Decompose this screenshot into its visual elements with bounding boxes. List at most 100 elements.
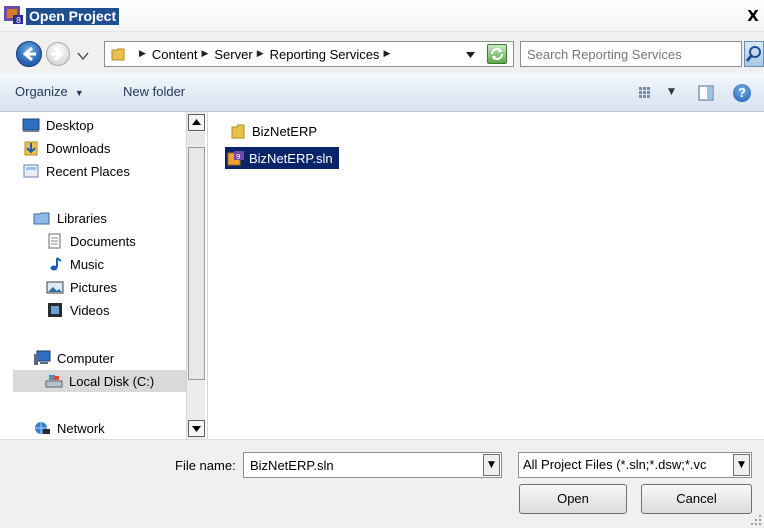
file-type-select[interactable]: All Project Files (*.sln;*.dsw;*.vc ▼	[518, 452, 752, 478]
sidebar-item-computer[interactable]: Computer	[34, 347, 115, 369]
preview-pane-icon[interactable]	[698, 85, 714, 101]
navigation-pane[interactable]: Desktop Downloads Recent Places Librarie…	[0, 112, 207, 439]
file-name-combobox[interactable]: ▼	[243, 452, 502, 478]
sidebar-item-desktop[interactable]: Desktop	[22, 114, 94, 136]
list-item[interactable]: 9 BizNetERP.sln	[225, 147, 339, 169]
chevron-right-icon[interactable]: ▶	[383, 49, 390, 59]
sidebar-item-label: Computer	[57, 350, 115, 366]
file-name-label: File name:	[175, 458, 236, 473]
search-icon	[745, 46, 761, 62]
solution-file-icon: 9	[227, 151, 244, 166]
resize-grip-icon[interactable]	[750, 514, 762, 526]
back-arrow-icon	[22, 46, 36, 62]
downloads-icon	[24, 141, 38, 156]
sidebar-item-network[interactable]: Network	[35, 417, 105, 439]
scrollbar-track[interactable]	[188, 133, 205, 145]
forward-arrow-icon	[51, 46, 64, 62]
videos-icon	[48, 303, 62, 317]
file-type-dropdown-button[interactable]: ▼	[733, 454, 750, 476]
visual-studio-icon: 8	[4, 6, 23, 25]
list-item[interactable]: BizNetERP	[230, 120, 317, 142]
scrollbar-thumb[interactable]	[188, 147, 205, 380]
music-icon	[50, 257, 62, 271]
sidebar-item-label: Desktop	[46, 117, 94, 133]
cancel-button[interactable]: Cancel	[641, 484, 752, 514]
local-disk-icon	[45, 375, 63, 388]
folder-icon	[231, 124, 245, 139]
help-icon[interactable]: ?	[733, 84, 751, 102]
sidebar-item-label: Music	[70, 256, 104, 272]
address-bar[interactable]: ▶ Content ▶ Server ▶ Reporting Services …	[104, 41, 514, 67]
svg-text:9: 9	[236, 153, 240, 161]
chevron-down-icon[interactable]	[466, 50, 475, 59]
organize-button[interactable]: Organize ▼	[15, 84, 84, 99]
svg-text:8: 8	[16, 16, 21, 25]
breadcrumb-content[interactable]: Content	[152, 47, 198, 62]
sidebar-item-downloads[interactable]: Downloads	[24, 137, 111, 159]
recent-places-icon	[23, 164, 39, 178]
arrow-up-icon	[192, 119, 201, 125]
sidebar-item-label: Recent Places	[46, 163, 130, 179]
desktop-icon	[22, 118, 40, 132]
address-row: ▶ Content ▶ Server ▶ Reporting Services …	[0, 33, 764, 73]
computer-icon	[34, 350, 51, 365]
search-button[interactable]	[744, 41, 764, 67]
file-name-dropdown-button[interactable]: ▼	[483, 454, 500, 476]
search-input[interactable]	[521, 42, 721, 66]
network-icon	[35, 422, 50, 434]
back-button[interactable]	[16, 41, 42, 67]
file-type-value: All Project Files (*.sln;*.dsw;*.vc	[523, 457, 707, 472]
chevron-down-icon: ▼	[738, 460, 745, 470]
recent-locations-chevron-icon[interactable]	[76, 49, 90, 63]
chevron-right-icon[interactable]: ▶	[201, 49, 208, 59]
change-view-icon[interactable]	[638, 86, 652, 100]
pictures-icon	[46, 281, 64, 294]
breadcrumb: ▶ Content ▶ Server ▶ Reporting Services …	[135, 42, 396, 66]
sidebar-item-label: Pictures	[70, 279, 117, 295]
breadcrumb-reporting-services[interactable]: Reporting Services	[270, 47, 380, 62]
arrow-down-icon	[192, 426, 201, 432]
sidebar-item-label: Local Disk (C:)	[69, 373, 155, 389]
sidebar-item-documents[interactable]: Documents	[48, 230, 136, 252]
chevron-right-icon[interactable]: ▶	[139, 49, 146, 59]
breadcrumb-server[interactable]: Server	[214, 47, 252, 62]
scroll-up-button[interactable]	[188, 114, 205, 131]
sidebar-item-libraries[interactable]: Libraries	[33, 207, 107, 229]
scroll-down-button[interactable]	[188, 420, 205, 437]
libraries-icon	[33, 212, 50, 225]
sidebar-item-label: Downloads	[46, 140, 111, 156]
sidebar-item-videos[interactable]: Videos	[48, 299, 110, 321]
command-bar: Organize ▼ New folder ▼ ?	[0, 74, 764, 112]
refresh-button[interactable]	[487, 44, 507, 64]
chevron-down-icon[interactable]: ▼	[668, 87, 675, 97]
organize-label: Organize	[15, 84, 68, 99]
sidebar-item-label: Videos	[70, 302, 110, 318]
sidebar-item-label: Documents	[70, 233, 136, 249]
new-folder-button[interactable]: New folder	[123, 84, 185, 99]
refresh-icon	[491, 48, 503, 60]
file-name: BizNetERP.sln	[249, 150, 333, 166]
folder-icon	[111, 48, 125, 61]
file-name: BizNetERP	[252, 123, 318, 139]
footer-panel: File name: ▼ All Project Files (*.sln;*.…	[0, 439, 764, 528]
open-button[interactable]: Open	[519, 484, 627, 514]
navigation-scrollbar[interactable]	[186, 112, 205, 439]
sidebar-item-pictures[interactable]: Pictures	[46, 276, 117, 298]
sidebar-item-label: Network	[57, 420, 105, 436]
chevron-down-icon: ▼	[488, 460, 495, 470]
close-button[interactable]: X	[745, 7, 761, 25]
search-box[interactable]	[520, 41, 742, 67]
chevron-right-icon[interactable]: ▶	[257, 49, 264, 59]
open-project-dialog: 8 Open Project X ▶ Content ▶ Server ▶ Re…	[0, 0, 764, 528]
chevron-down-icon: ▼	[74, 88, 84, 98]
title-bar[interactable]: 8 Open Project X	[0, 0, 764, 32]
window-title: Open Project	[26, 8, 120, 25]
sidebar-item-label: Libraries	[57, 210, 107, 226]
sidebar-item-recent-places[interactable]: Recent Places	[23, 160, 130, 182]
file-name-input[interactable]	[244, 453, 480, 477]
sidebar-item-local-disk[interactable]: Local Disk (C:)	[13, 370, 201, 392]
file-list[interactable]: BizNetERP 9 BizNetERP.sln	[207, 112, 764, 439]
sidebar-item-music[interactable]: Music	[48, 253, 104, 275]
documents-icon	[48, 233, 61, 249]
forward-button[interactable]	[46, 42, 70, 66]
